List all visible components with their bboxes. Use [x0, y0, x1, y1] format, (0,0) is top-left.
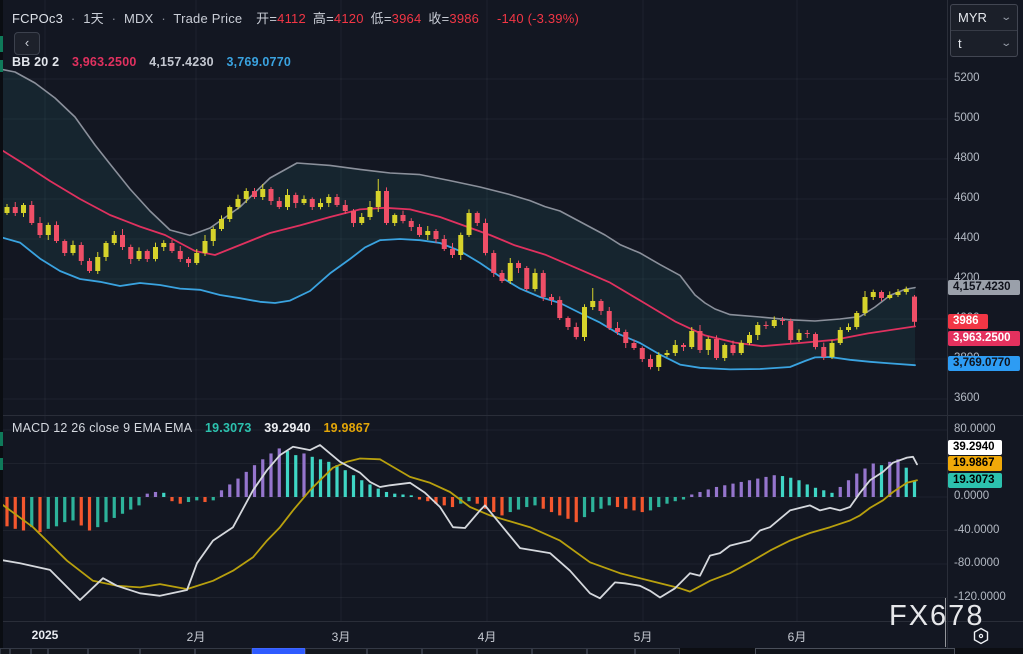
time-axis-month-label: 2月: [187, 628, 206, 645]
macd-tick-label: -40.0000: [954, 524, 999, 536]
bb-upper-badge: 4,157.4230: [948, 280, 1020, 295]
ohlc-label: 开=: [256, 11, 277, 26]
strip-cell[interactable]: [305, 648, 367, 654]
macd-signal-value: 19.9867: [324, 421, 371, 435]
price-tick-label: 3600: [954, 392, 980, 404]
change-value: -140 (-3.39%): [497, 11, 579, 26]
symbol-name: FCPOc3: [12, 11, 63, 26]
time-axis[interactable]: 2025 2月 3月 4月 5月 6月: [0, 622, 1023, 648]
pane-separator[interactable]: [0, 415, 1023, 416]
legend-separator: ·: [157, 11, 170, 26]
bottom-strip: [0, 648, 1023, 654]
price-tick-label: 4600: [954, 192, 980, 204]
chevron-down-icon: ⌄: [1000, 38, 1012, 49]
macd-pane[interactable]: [0, 416, 947, 621]
bb-title: BB 20 2: [12, 55, 59, 69]
last-price-badge: 3986: [948, 314, 988, 329]
strip-cell[interactable]: [587, 648, 635, 654]
price-axis[interactable]: 52005000480046004400420040003800360080.0…: [948, 0, 1023, 621]
currency-value: MYR: [958, 10, 987, 25]
price-tick-label: 4400: [954, 232, 980, 244]
left-edge-mark: [0, 36, 3, 52]
bb-indicator-legend[interactable]: BB 20 2 3,963.2500 4,157.4230 3,769.0770: [12, 55, 291, 69]
strip-cell[interactable]: [0, 648, 10, 654]
unit-dropdown[interactable]: t ⌄: [951, 30, 1017, 56]
bb-basis-badge: 3,963.2500: [948, 331, 1020, 346]
time-axis-month-label: 5月: [634, 628, 653, 645]
strip-cell[interactable]: [755, 648, 955, 654]
legend-separator: ·: [108, 11, 121, 26]
time-axis-month-label: 6月: [788, 628, 807, 645]
symbol-legend[interactable]: FCPOc3 · 1天 · MDX · Trade Price 开=4112 高=…: [12, 8, 579, 27]
macd-line-value: 39.2940: [264, 421, 311, 435]
legend-separator: ·: [67, 11, 80, 26]
ohlc-values: 开=4112 高=4120 低=3964 收=3986: [256, 11, 486, 26]
price-tick-label: 5200: [954, 72, 980, 84]
strip-cell[interactable]: [422, 648, 477, 654]
interval-label: 1天: [83, 11, 104, 26]
ohlc-value: 3986: [449, 11, 479, 26]
time-axis-month-label: 3月: [332, 628, 351, 645]
time-axis-year-label: 2025: [32, 628, 59, 642]
unit-value: t: [958, 36, 962, 51]
ohlc-label: 收=: [428, 11, 449, 26]
strip-cell[interactable]: [48, 648, 88, 654]
ohlc-value: 4120: [334, 11, 364, 26]
time-axis-month-label: 4月: [478, 628, 497, 645]
strip-cell[interactable]: [477, 648, 532, 654]
left-edge-mark: [0, 458, 3, 470]
strip-cell[interactable]: [635, 648, 680, 654]
macd-hist-badge: 19.3073: [948, 473, 1002, 488]
series-label: Trade Price: [173, 11, 242, 26]
bb-lower-value: 3,769.0770: [226, 55, 291, 69]
macd-title: MACD 12 26 close 9 EMA EMA: [12, 421, 192, 435]
strip-cell[interactable]: [140, 648, 195, 654]
left-edge-mark: [0, 432, 3, 446]
ohlc-label: 高=: [313, 11, 334, 26]
left-edge-stripe: [0, 0, 3, 654]
bb-lower-badge: 3,769.0770: [948, 356, 1020, 371]
price-tick-label: 5000: [954, 112, 980, 124]
macd-line-badge: 39.2940: [948, 440, 1002, 455]
ohlc-value: 3964: [392, 11, 422, 26]
strip-cell[interactable]: [10, 648, 31, 654]
macd-chart-canvas: [0, 416, 947, 621]
exchange-label: MDX: [124, 11, 154, 26]
strip-cell[interactable]: [367, 648, 422, 654]
back-button[interactable]: ‹: [14, 32, 40, 55]
strip-cell[interactable]: [31, 648, 48, 654]
strip-cell-selected[interactable]: [252, 648, 305, 654]
fx678-watermark: FX678: [889, 600, 984, 633]
currency-dropdown[interactable]: MYR ⌄: [951, 5, 1017, 30]
ohlc-value: 4112: [277, 11, 306, 26]
macd-indicator-legend[interactable]: MACD 12 26 close 9 EMA EMA 19.3073 39.29…: [12, 421, 370, 435]
chart-application: FCPOc3 · 1天 · MDX · Trade Price 开=4112 高=…: [0, 0, 1023, 654]
chevron-down-icon: ⌄: [1000, 12, 1012, 23]
bb-upper-value: 4,157.4230: [149, 55, 214, 69]
strip-cell[interactable]: [195, 648, 252, 654]
macd-signal-badge: 19.9867: [948, 456, 1002, 471]
strip-cell[interactable]: [88, 648, 140, 654]
macd-hist-value: 19.3073: [205, 421, 252, 435]
currency-unit-box: MYR ⌄ t ⌄: [950, 4, 1018, 57]
macd-tick-label: 80.0000: [954, 423, 996, 435]
price-tick-label: 4800: [954, 152, 980, 164]
macd-tick-label: 0.0000: [954, 490, 989, 502]
bb-basis-value: 3,963.2500: [72, 55, 137, 69]
ohlc-label: 低=: [371, 11, 392, 26]
macd-tick-label: -80.0000: [954, 557, 999, 569]
left-edge-mark: [0, 60, 3, 72]
hexagon-settings-icon[interactable]: [972, 627, 990, 645]
strip-cell[interactable]: [532, 648, 587, 654]
